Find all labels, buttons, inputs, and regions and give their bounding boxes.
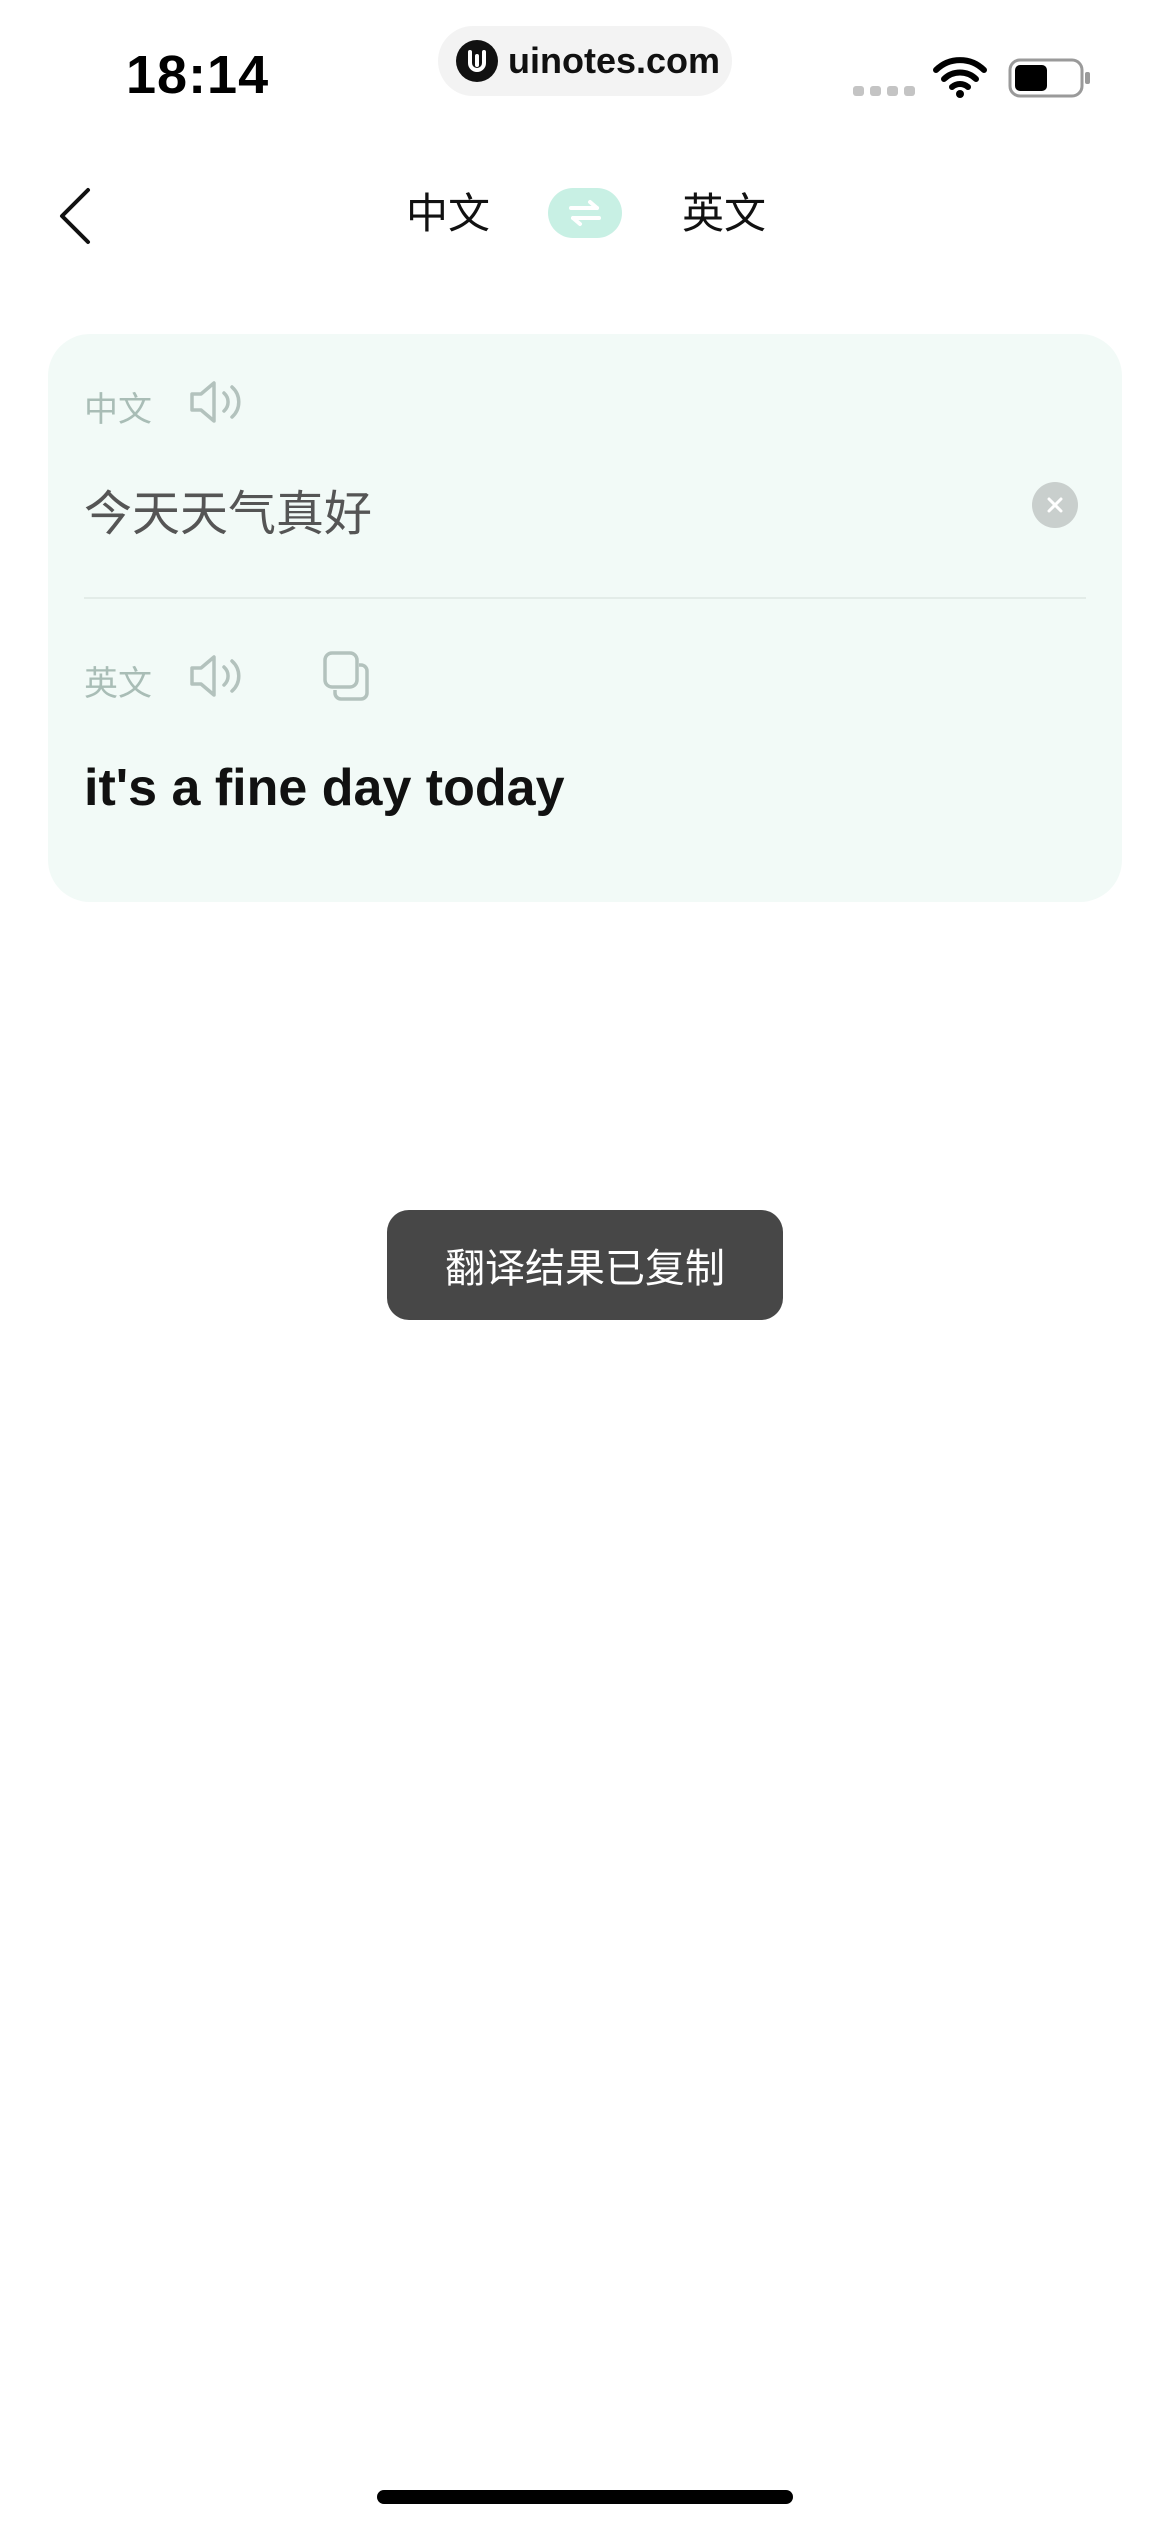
source-language-label: 中文 [84, 391, 152, 429]
target-speaker-icon[interactable] [188, 652, 244, 700]
source-text[interactable]: 今天天气真好 [84, 474, 372, 544]
target-language-label: 英文 [84, 665, 152, 703]
status-time: 18:14 [126, 45, 270, 105]
swap-languages-button[interactable] [548, 188, 622, 238]
site-logo-icon [456, 40, 498, 82]
source-language-selector[interactable]: 中文 [406, 186, 490, 242]
home-indicator[interactable] [377, 2490, 793, 2504]
close-icon [1047, 497, 1063, 513]
copied-toast: 翻译结果已复制 [387, 1210, 783, 1320]
clear-input-button[interactable] [1032, 482, 1078, 528]
wifi-icon [933, 57, 987, 98]
status-bar: 18:14 uinotes.com [0, 0, 1170, 130]
cellular-signal-icon [853, 86, 915, 96]
target-language-selector[interactable]: 英文 [682, 186, 766, 242]
translation-card: 中文 今天天气真好 英文 it's a fine day today [48, 334, 1122, 902]
back-button[interactable] [50, 180, 100, 252]
source-speaker-icon[interactable] [188, 378, 244, 426]
chevron-left-icon [60, 188, 90, 244]
swap-arrows-icon [569, 200, 601, 226]
battery-icon [1008, 58, 1090, 98]
translated-text: it's a fine day today [84, 759, 565, 817]
url-pill[interactable]: uinotes.com [438, 26, 732, 96]
url-text: uinotes.com [508, 40, 721, 81]
card-divider [84, 597, 1086, 599]
copy-icon[interactable] [322, 650, 370, 702]
